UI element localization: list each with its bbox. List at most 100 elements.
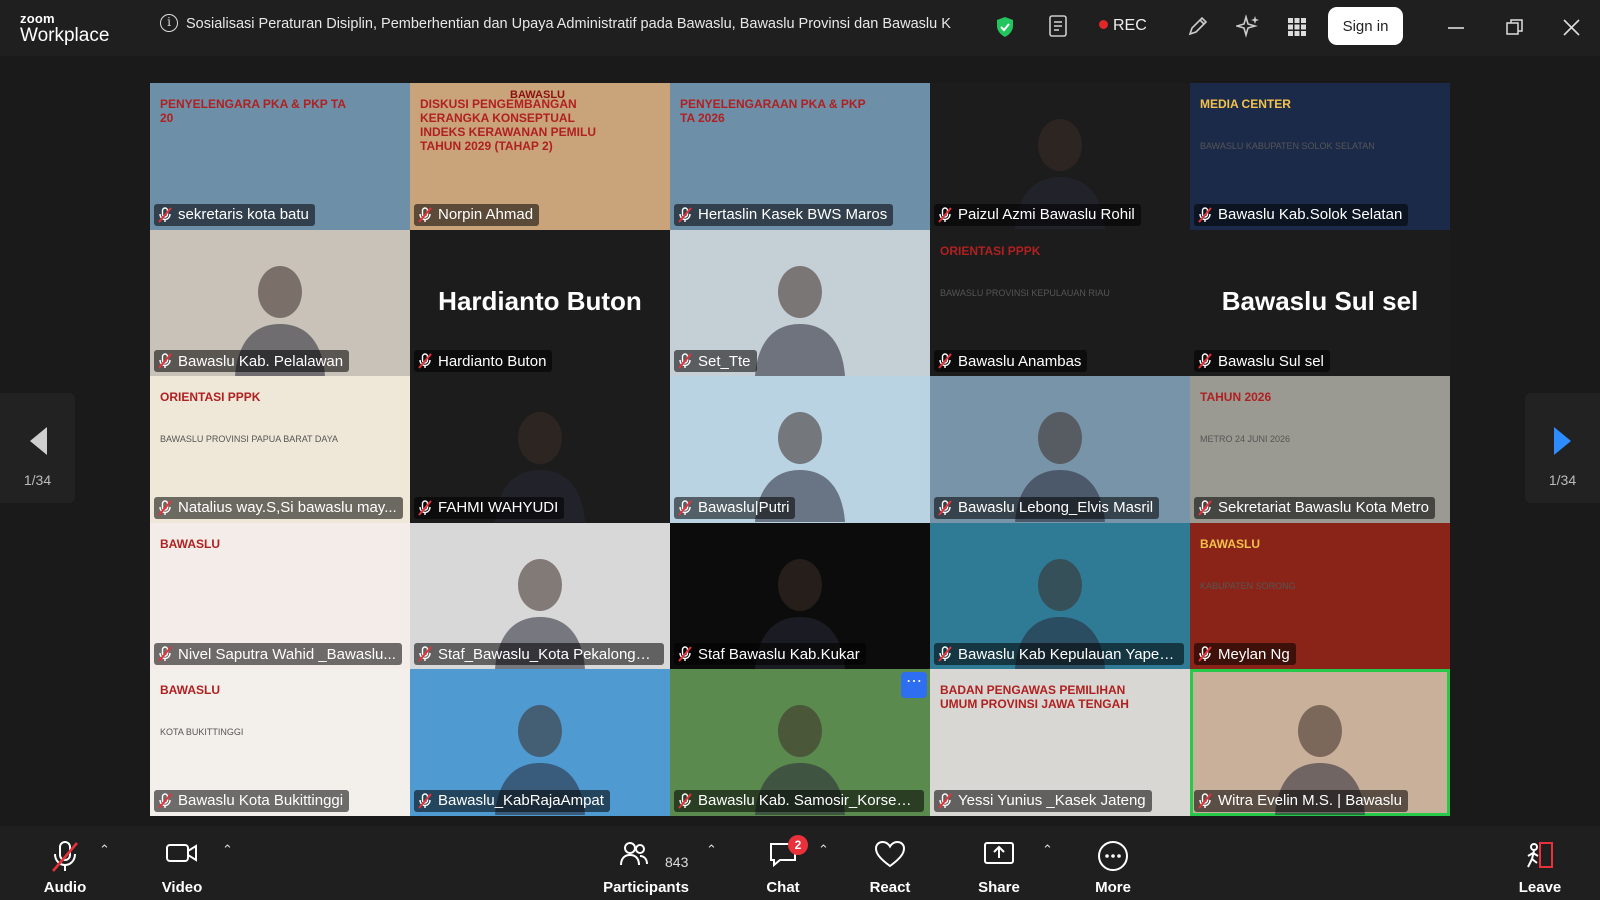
participant-name-tag: Nivel Saputra Wahid _Bawaslu... bbox=[154, 643, 402, 666]
participant-video-tile[interactable]: BAWASLU Nivel Saputra Wahid _Bawaslu... bbox=[150, 522, 410, 670]
participant-video-tile[interactable]: Bawaslu Kab. Pelalawan bbox=[150, 229, 410, 377]
share-options-chevron-icon[interactable]: ⌃ bbox=[1042, 842, 1053, 858]
share-button[interactable]: Share bbox=[964, 826, 1034, 900]
participant-name: Bawaslu Sul sel bbox=[1218, 352, 1324, 370]
participant-video-tile[interactable]: BADAN PENGAWAS PEMILIHAN UMUM PROVINSI J… bbox=[930, 669, 1190, 816]
participant-video-tile[interactable]: Witra Evelin M.S. | Bawaslu bbox=[1190, 669, 1450, 816]
microphone-muted-icon bbox=[418, 646, 432, 663]
audio-options-chevron-icon[interactable]: ⌃ bbox=[99, 842, 110, 858]
microphone-muted-icon bbox=[678, 353, 692, 369]
participant-name-tag: Paizul Azmi Bawaslu Rohil bbox=[934, 203, 1141, 226]
participant-name: Staf_Bawaslu_Kota Pekalongan ... bbox=[438, 645, 658, 663]
participant-name: Sekretariat Bawaslu Kota Metro bbox=[1218, 499, 1429, 517]
ai-companion-sparkle-icon[interactable] bbox=[1236, 14, 1260, 38]
heart-icon bbox=[874, 840, 906, 868]
microphone-muted-icon bbox=[938, 793, 952, 809]
participant-name-tag: Norpin Ahmad bbox=[414, 203, 540, 226]
close-window-icon[interactable] bbox=[1563, 19, 1580, 36]
apps-grid-icon[interactable] bbox=[1287, 17, 1307, 37]
chat-options-chevron-icon[interactable]: ⌃ bbox=[818, 842, 829, 858]
participant-name: Paizul Azmi Bawaslu Rohil bbox=[958, 206, 1135, 224]
participant-video-tile[interactable]: Bawaslu Kab Kepulauan Yapen... bbox=[930, 522, 1190, 670]
participant-video-tile[interactable]: Bawaslu|Putri bbox=[670, 376, 930, 523]
participant-video-tile[interactable]: ORIENTASI PPPK BAWASLU PROVINSI PAPUA BAR… bbox=[150, 376, 410, 523]
brand-bottom: Workplace bbox=[20, 25, 110, 46]
restore-window-icon[interactable] bbox=[1506, 19, 1523, 36]
virtual-background-text: ORIENTASI PPPK bbox=[160, 390, 261, 405]
microphone-muted-icon bbox=[158, 500, 172, 516]
minimize-icon[interactable] bbox=[1448, 26, 1464, 30]
sign-in-button[interactable]: Sign in bbox=[1328, 7, 1403, 45]
participant-video-tile[interactable]: PENYELENGARA PKA & PKP TA 20 sekretaris k… bbox=[150, 83, 410, 230]
participant-video-tile[interactable]: TAHUN 2026 METRO 24 JUNI 2026 Sekretariat … bbox=[1190, 376, 1450, 523]
audio-button[interactable]: Audio bbox=[30, 826, 100, 900]
participant-video-tile[interactable]: Staf_Bawaslu_Kota Pekalongan ... bbox=[410, 522, 670, 670]
participant-name-tag: Bawaslu Lebong_Elvis Masril bbox=[934, 496, 1160, 519]
video-options-chevron-icon[interactable]: ⌃ bbox=[222, 842, 233, 858]
previous-page-button[interactable]: 1/34 bbox=[0, 393, 75, 503]
participant-video-tile[interactable]: MEDIA CENTER BAWASLU KABUPATEN SOLOK SELA… bbox=[1190, 83, 1450, 230]
title-bar: zoom Workplace i Sosialisasi Peraturan D… bbox=[0, 0, 1600, 56]
participant-name-tag: Hardianto Buton bbox=[414, 350, 553, 373]
participant-video-tile[interactable]: ⋯ Bawaslu Kab. Samosir_Korsek_... bbox=[670, 669, 930, 816]
shield-icon[interactable] bbox=[995, 16, 1015, 38]
chat-label: Chat bbox=[766, 879, 800, 896]
virtual-background-subtext: KABUPATEN SORONG bbox=[1200, 580, 1296, 591]
virtual-background-text: PENYELENGARA PKA & PKP TA 20 bbox=[160, 97, 346, 125]
participant-video-tile[interactable]: Paizul Azmi Bawaslu Rohil bbox=[930, 83, 1190, 230]
microphone-muted-icon bbox=[158, 353, 172, 369]
participant-video-tile[interactable]: BAWASLU KABUPATEN SORONG Meylan Ng bbox=[1190, 522, 1450, 670]
participant-video-tile[interactable]: Bawaslu Sul sel Bawaslu Sul sel bbox=[1190, 229, 1450, 377]
leave-door-icon bbox=[1527, 842, 1553, 868]
participants-icon bbox=[620, 842, 649, 866]
share-label: Share bbox=[978, 879, 1020, 896]
participant-name: Bawaslu Kab Kepulauan Yapen... bbox=[958, 645, 1178, 663]
participant-name: Bawaslu Lebong_Elvis Masril bbox=[958, 499, 1154, 517]
participant-name: Natalius way.S,Si bawaslu may... bbox=[178, 499, 397, 517]
leave-label: Leave bbox=[1518, 879, 1562, 896]
participant-video-tile[interactable]: Bawaslu Lebong_Elvis Masril bbox=[930, 376, 1190, 523]
annotate-pen-icon[interactable] bbox=[1186, 14, 1210, 38]
participant-name-tag: sekretaris kota batu bbox=[154, 203, 315, 226]
microphone-muted-icon bbox=[158, 206, 172, 223]
info-icon[interactable]: i bbox=[160, 14, 178, 32]
tile-more-options-icon[interactable]: ⋯ bbox=[901, 672, 927, 699]
video-button[interactable]: Video bbox=[147, 826, 217, 900]
meeting-title: Sosialisasi Peraturan Disiplin, Pemberhe… bbox=[186, 16, 951, 32]
participant-video-tile[interactable]: Staf Bawaslu Kab.Kukar bbox=[670, 522, 930, 670]
participant-name-tag: Set_Tte bbox=[674, 350, 757, 373]
react-button[interactable]: React bbox=[855, 826, 925, 900]
meeting-toolbar: Audio ⌃ Video ⌃ 843 Participants ⌃ 2 Cha… bbox=[0, 826, 1600, 900]
microphone-muted-icon bbox=[1198, 793, 1212, 809]
chat-button[interactable]: 2 Chat bbox=[748, 826, 818, 900]
participant-name-tag: Bawaslu|Putri bbox=[674, 496, 796, 519]
participant-video-tile[interactable]: Hardianto Buton Hardianto Buton bbox=[410, 229, 670, 377]
microphone-muted-icon bbox=[418, 206, 432, 223]
participant-name: Hertaslin Kasek BWS Maros bbox=[698, 206, 888, 224]
participant-video-tile[interactable]: Bawaslu_KabRajaAmpat bbox=[410, 669, 670, 816]
brand-top: zoom bbox=[20, 11, 55, 26]
recording-indicator[interactable]: REC bbox=[1099, 17, 1147, 35]
next-page-button[interactable]: 1/34 bbox=[1525, 393, 1600, 503]
virtual-background-subtext: METRO 24 JUNI 2026 bbox=[1200, 434, 1291, 445]
participant-video-tile[interactable]: ORIENTASI PPPK BAWASLU PROVINSI KEPULAUAN… bbox=[930, 229, 1190, 377]
transcript-icon[interactable] bbox=[1048, 14, 1070, 38]
rec-label: REC bbox=[1113, 17, 1147, 34]
microphone-muted-icon bbox=[1198, 500, 1212, 516]
participant-video-tile[interactable]: FAHMI WAHYUDI bbox=[410, 376, 670, 523]
participant-video-tile[interactable]: PENYELENGARAAN PKA & PKP TA 2026 Hertasli… bbox=[670, 83, 930, 230]
participants-label: Participants bbox=[603, 879, 689, 896]
participants-options-chevron-icon[interactable]: ⌃ bbox=[706, 842, 717, 858]
participant-video-tile[interactable]: Set_Tte bbox=[670, 229, 930, 377]
participant-name-tag: Bawaslu Kab.Solok Selatan bbox=[1194, 203, 1409, 226]
participant-video-tile[interactable]: DISKUSI PENGEMBANGAN KERANGKA KONSEPTUAL… bbox=[410, 83, 670, 230]
more-button[interactable]: More bbox=[1078, 826, 1148, 900]
participants-button[interactable]: 843 Participants bbox=[598, 826, 694, 900]
chat-unread-badge: 2 bbox=[788, 835, 808, 855]
participant-video-tile[interactable]: BAWASLU KOTA BUKITTINGGI Bawaslu Kota Buki… bbox=[150, 669, 410, 816]
leave-button[interactable]: Leave bbox=[1505, 826, 1575, 900]
participant-name-tag: Bawaslu_KabRajaAmpat bbox=[414, 789, 610, 812]
virtual-background-subtext: BAWASLU PROVINSI KEPULAUAN RIAU bbox=[940, 287, 1110, 298]
participant-name: Bawaslu Kab.Solok Selatan bbox=[1218, 206, 1403, 224]
participant-name: Norpin Ahmad bbox=[438, 206, 534, 224]
